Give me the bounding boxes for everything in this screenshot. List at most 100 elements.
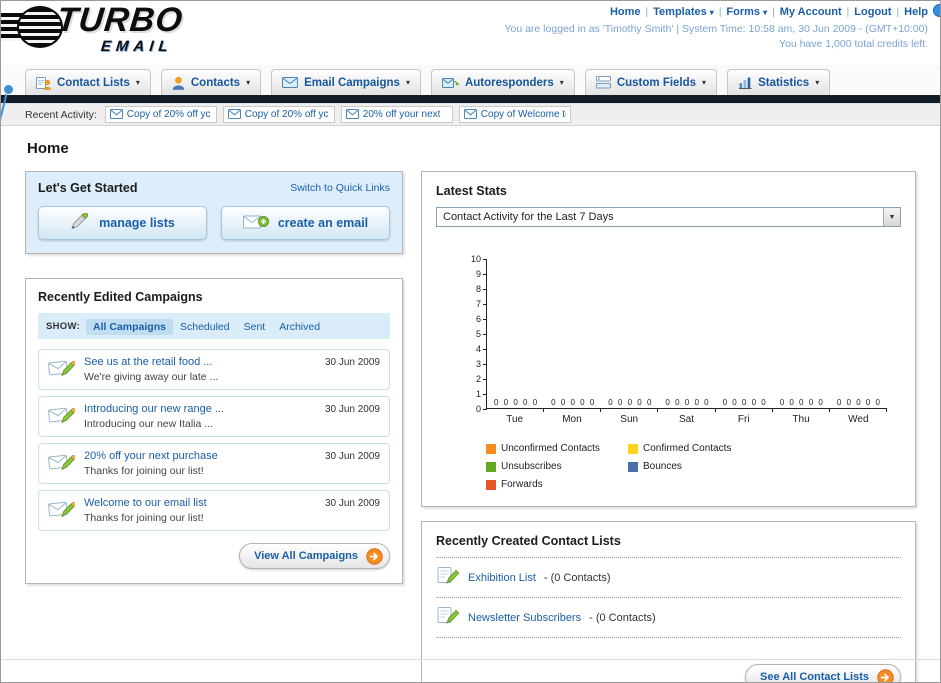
logo-text-email: EMAIL <box>100 38 174 55</box>
campaign-subtitle: We're giving away our late ... <box>84 371 219 383</box>
stats-period-select[interactable]: Contact Activity for the Last 7 Days ▼ <box>436 207 901 227</box>
legend-swatch <box>628 443 638 454</box>
decorative-dot-right <box>933 4 940 17</box>
manage-lists-button[interactable]: manage lists <box>38 206 207 240</box>
chart-bar-group: 0 0 0 0 0 <box>716 259 773 412</box>
chart-y-tick-label: 8 <box>475 284 481 294</box>
chart-x-tick-mark <box>771 408 773 412</box>
contact-list-item[interactable]: Newsletter Subscribers - (0 Contacts) <box>436 598 901 638</box>
filter-sent[interactable]: Sent <box>237 319 273 335</box>
campaign-title-link[interactable]: See us at the retail food ... <box>84 356 218 368</box>
tab-custom-fields[interactable]: Custom Fields ▾ <box>584 69 718 95</box>
tab-contact-lists[interactable]: Contact Lists ▾ <box>25 69 151 95</box>
recent-activity-item[interactable]: Copy of 20% off yc <box>104 106 217 123</box>
chart-value-labels: 0 0 0 0 0 <box>551 398 595 407</box>
contact-list-count: - (0 Contacts) <box>543 571 611 584</box>
chart-legend: Unconfirmed Contacts Confirmed Contacts Un… <box>486 443 901 490</box>
contact-activity-chart: 0 0 0 0 0 0 0 0 0 0 0 0 0 0 0 0 0 0 0 0 0 0 … <box>436 254 901 490</box>
chart-y-tick-mark <box>483 394 487 395</box>
chart-plot: 0 0 0 0 0 0 0 0 0 0 0 0 0 0 0 0 0 0 0 0 0 0 … <box>471 254 887 414</box>
nav-separator: | <box>718 7 722 18</box>
campaign-title-link[interactable]: Introducing our new range ... <box>84 403 224 415</box>
chart-y-tick-label: 3 <box>475 359 481 369</box>
chevron-down-icon: ▾ <box>405 78 410 87</box>
contact-list-link[interactable]: Exhibition List <box>468 572 536 584</box>
tab-autoresponders[interactable]: Autoresponders ▾ <box>430 69 575 95</box>
legend-label: Confirmed Contacts <box>643 443 732 454</box>
arrow-right-icon <box>366 547 383 565</box>
view-all-campaigns-label: View All Campaigns <box>254 550 358 562</box>
tab-statistics[interactable]: Statistics ▾ <box>727 69 831 95</box>
chart-y-tick-mark <box>483 289 487 290</box>
chart-value-labels: 0 0 0 0 0 <box>836 398 880 407</box>
legend-swatch <box>486 443 496 454</box>
campaign-title-link[interactable]: Welcome to our email list <box>84 497 207 509</box>
campaign-row[interactable]: See us at the retail food ... We're givin… <box>38 349 390 390</box>
switch-to-quick-links-link[interactable]: Switch to Quick Links <box>290 182 390 194</box>
legend-swatch <box>628 461 638 472</box>
filter-archived[interactable]: Archived <box>272 319 327 335</box>
chart-x-label: Sat <box>678 414 694 425</box>
see-all-contact-lists-button[interactable]: See All Contact Lists <box>744 664 901 683</box>
recent-activity-item[interactable]: Copy of 20% off yc <box>222 106 335 123</box>
autoresponders-icon <box>441 76 459 89</box>
chart-y-tick-mark <box>483 304 487 305</box>
chart-bar-group: 0 0 0 0 0 <box>487 259 545 412</box>
chart-y-tick-mark <box>483 319 487 320</box>
chart-y-tick-label: 1 <box>475 389 481 399</box>
app-window: TURBO EMAIL Home | Templates ▾ | Forms ▾ | My … <box>0 0 941 683</box>
chart-y-tick-mark <box>483 274 487 275</box>
create-email-button[interactable]: create an email <box>221 206 390 240</box>
filter-all-campaigns[interactable]: All Campaigns <box>86 319 173 335</box>
top-nav-templates[interactable]: Templates ▾ <box>653 6 714 18</box>
campaign-row[interactable]: Welcome to our email list Thanks for join… <box>38 490 390 531</box>
contact-list-count: - (0 Contacts) <box>589 611 656 624</box>
nav-separator: | <box>645 7 649 18</box>
chart-x-tick-mark <box>885 408 887 412</box>
envelope-icon <box>109 107 123 122</box>
main-tabs: Contact Lists ▾ Contacts ▾ Email Campaigns ▾ A… <box>1 65 940 95</box>
legend-swatch <box>486 461 496 472</box>
legend-item: Forwards <box>486 479 628 490</box>
top-nav-forms[interactable]: Forms ▾ <box>726 6 767 18</box>
campaign-row[interactable]: Introducing our new range ... Introducing… <box>38 396 390 437</box>
campaign-subtitle: Thanks for joining our list! <box>84 512 204 524</box>
chart-bar-group: 0 0 0 0 0 <box>658 259 716 412</box>
recent-activity-items: Copy of 20% off yc Copy of 20% off yc 20% … <box>104 106 571 123</box>
top-nav-help[interactable]: Help <box>904 6 928 18</box>
campaign-subtitle: Introducing our new Italia ... <box>84 418 213 430</box>
envelope-icon <box>345 107 359 122</box>
chart-bar-group: 0 0 0 0 0 <box>601 259 659 412</box>
contact-list-item[interactable]: Exhibition List - (0 Contacts) <box>436 558 901 598</box>
see-all-contact-lists-label: See All Contact Lists <box>759 671 869 683</box>
campaign-filter-bar: SHOW: All Campaigns Scheduled Sent Archived <box>38 313 390 339</box>
chart-x-label: Mon <box>562 414 582 425</box>
campaign-row[interactable]: 20% off your next purchase Thanks for joi… <box>38 443 390 484</box>
top-nav-home[interactable]: Home <box>610 6 641 18</box>
campaign-title-link[interactable]: 20% off your next purchase <box>84 450 218 462</box>
nav-separator: | <box>846 7 850 18</box>
nav-divider-bar <box>1 95 940 103</box>
tab-email-campaigns[interactable]: Email Campaigns ▾ <box>271 69 421 95</box>
create-email-label: create an email <box>277 216 369 230</box>
filter-scheduled[interactable]: Scheduled <box>173 319 237 335</box>
legend-item: Unconfirmed Contacts <box>486 443 628 454</box>
campaign-subtitle: Thanks for joining our list! <box>84 465 204 477</box>
chart-x-tick-mark <box>600 408 602 412</box>
credits-info: You have 1,000 total credits left. <box>778 38 928 50</box>
recent-campaigns-title: Recently Edited Campaigns <box>38 290 203 304</box>
top-nav-my-account[interactable]: My Account <box>780 6 842 18</box>
recent-activity-item[interactable]: Copy of Welcome tc <box>458 106 571 123</box>
app-logo: TURBO EMAIL <box>1 1 251 63</box>
envelope-icon <box>227 107 241 122</box>
chart-value-labels: 0 0 0 0 0 <box>722 398 766 407</box>
top-nav-logout[interactable]: Logout <box>854 6 891 18</box>
recent-activity-item[interactable]: 20% off your next <box>340 106 453 123</box>
contact-list-link[interactable]: Newsletter Subscribers <box>468 612 581 624</box>
header: TURBO EMAIL Home | Templates ▾ | Forms ▾ | My … <box>1 1 940 65</box>
campaign-date: 30 Jun 2009 <box>324 357 380 368</box>
view-all-campaigns-button[interactable]: View All Campaigns <box>239 543 390 569</box>
chevron-down-icon: ▾ <box>702 78 707 87</box>
decorative-dot-left <box>4 85 13 94</box>
tab-contacts[interactable]: Contacts ▾ <box>160 69 262 95</box>
